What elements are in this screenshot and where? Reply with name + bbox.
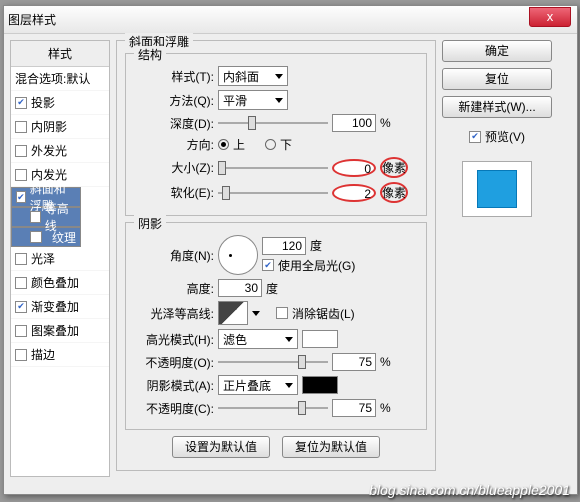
sidebar-item[interactable]: 颜色叠加 <box>11 271 109 295</box>
effect-checkbox[interactable] <box>15 325 27 337</box>
sidebar-item-label: 混合选项:默认 <box>15 70 90 87</box>
sidebar-item-label: 描边 <box>31 346 55 363</box>
close-button[interactable]: x <box>529 7 571 27</box>
antialias-checkbox[interactable] <box>276 307 288 319</box>
sidebar-item[interactable]: 混合选项:默认 <box>11 67 109 91</box>
style-select[interactable]: 内斜面 <box>218 66 288 86</box>
sidebar-item[interactable]: 投影 <box>11 91 109 115</box>
sidebar-item-label: 纹理 <box>52 229 76 246</box>
dir-down-radio[interactable] <box>265 139 276 150</box>
title-bar[interactable]: 图层样式 x <box>4 6 577 34</box>
sidebar-item-label: 图案叠加 <box>31 322 79 339</box>
angle-dial[interactable] <box>218 235 258 275</box>
sidebar-item-label: 投影 <box>31 94 55 111</box>
gloss-contour-picker[interactable] <box>218 301 248 325</box>
sidebar-item[interactable]: 光泽 <box>11 247 109 271</box>
chevron-down-icon <box>275 98 283 103</box>
structure-legend: 结构 <box>134 46 166 63</box>
chevron-down-icon <box>285 383 293 388</box>
chevron-down-icon <box>285 337 293 342</box>
make-default-button[interactable]: 设置为默认值 <box>172 436 270 458</box>
effect-checkbox[interactable] <box>15 169 27 181</box>
highlight-opacity-slider[interactable] <box>218 355 328 369</box>
new-style-button[interactable]: 新建样式(W)... <box>442 96 552 118</box>
shadow-opacity-slider[interactable] <box>218 401 328 415</box>
size-label: 大小(Z): <box>134 159 214 176</box>
sidebar-item-label: 内阴影 <box>31 118 67 135</box>
sidebar-item[interactable]: 渐变叠加 <box>11 295 109 319</box>
sidebar-item[interactable]: 描边 <box>11 343 109 367</box>
effect-checkbox[interactable] <box>15 349 27 361</box>
preview-checkbox[interactable] <box>469 131 481 143</box>
shadow-mode-label: 阴影模式(A): <box>134 377 214 394</box>
shadow-color-swatch[interactable] <box>302 376 338 394</box>
style-list: 样式 混合选项:默认投影内阴影外发光内发光斜面和浮雕等高线纹理光泽颜色叠加渐变叠… <box>10 40 110 477</box>
altitude-label: 高度: <box>134 280 214 297</box>
structure-group: 结构 样式(T):内斜面 方法(Q):平滑 深度(D):100% 方向:上下 大… <box>125 53 427 216</box>
dir-up-radio[interactable] <box>218 139 229 150</box>
shadow-opacity-label: 不透明度(C): <box>134 400 214 417</box>
effect-checkbox[interactable] <box>16 191 26 203</box>
chevron-down-icon <box>275 74 283 79</box>
style-list-header: 样式 <box>11 41 109 67</box>
altitude-input[interactable]: 30 <box>218 279 262 297</box>
bevel-panel: 斜面和浮雕 结构 样式(T):内斜面 方法(Q):平滑 深度(D):100% 方… <box>116 40 436 471</box>
sidebar-item-label: 外发光 <box>31 142 67 159</box>
technique-select[interactable]: 平滑 <box>218 90 288 110</box>
global-light-checkbox[interactable] <box>262 259 274 271</box>
effect-checkbox[interactable] <box>15 301 27 313</box>
effect-checkbox[interactable] <box>15 277 27 289</box>
angle-label: 角度(N): <box>134 247 214 264</box>
effect-checkbox[interactable] <box>15 253 27 265</box>
sidebar-item[interactable]: 内阴影 <box>11 115 109 139</box>
global-light-label: 使用全局光(G) <box>278 257 355 274</box>
reset-default-button[interactable]: 复位为默认值 <box>282 436 380 458</box>
shading-legend: 阴影 <box>134 215 166 232</box>
size-input[interactable]: 0 <box>332 159 376 177</box>
soften-slider[interactable] <box>218 186 328 200</box>
sidebar-item-label: 光泽 <box>31 250 55 267</box>
technique-label: 方法(Q): <box>134 92 214 109</box>
style-label: 样式(T): <box>134 68 214 85</box>
antialias-label: 消除锯齿(L) <box>292 305 355 322</box>
effect-checkbox[interactable] <box>30 231 42 243</box>
highlight-opacity-label: 不透明度(O): <box>134 354 214 371</box>
size-slider[interactable] <box>218 161 328 175</box>
depth-slider[interactable] <box>218 116 328 130</box>
sidebar-item[interactable]: 等高线 <box>11 207 81 227</box>
effect-checkbox[interactable] <box>15 97 27 109</box>
dialog-title: 图层样式 <box>8 11 56 28</box>
highlight-color-swatch[interactable] <box>302 330 338 348</box>
watermark: blog.sina.com.cn/blueapple2001 <box>369 482 570 498</box>
soften-input[interactable]: 2 <box>332 184 376 202</box>
sidebar-item-label: 渐变叠加 <box>31 298 79 315</box>
depth-label: 深度(D): <box>134 115 214 132</box>
shading-group: 阴影 角度(N): 120度 使用全局光(G) 高度:30度 光泽等高线:消除锯… <box>125 222 427 430</box>
effect-checkbox[interactable] <box>15 145 27 157</box>
preview-swatch <box>462 161 532 217</box>
sidebar-item[interactable]: 图案叠加 <box>11 319 109 343</box>
highlight-opacity-input[interactable]: 75 <box>332 353 376 371</box>
gloss-contour-label: 光泽等高线: <box>134 305 214 322</box>
direction-label: 方向: <box>134 136 214 153</box>
chevron-down-icon[interactable] <box>252 311 260 316</box>
shadow-opacity-input[interactable]: 75 <box>332 399 376 417</box>
effect-checkbox[interactable] <box>15 121 27 133</box>
sidebar-item-label: 颜色叠加 <box>31 274 79 291</box>
highlight-mode-label: 高光模式(H): <box>134 331 214 348</box>
depth-input[interactable]: 100 <box>332 114 376 132</box>
effect-checkbox[interactable] <box>30 211 41 223</box>
soften-label: 软化(E): <box>134 184 214 201</box>
highlight-mode-select[interactable]: 滤色 <box>218 329 298 349</box>
ok-button[interactable]: 确定 <box>442 40 552 62</box>
cancel-button[interactable]: 复位 <box>442 68 552 90</box>
angle-input[interactable]: 120 <box>262 237 306 255</box>
layer-style-dialog: 图层样式 x 样式 混合选项:默认投影内阴影外发光内发光斜面和浮雕等高线纹理光泽… <box>3 5 578 495</box>
shadow-mode-select[interactable]: 正片叠底 <box>218 375 298 395</box>
preview-label: 预览(V) <box>485 128 525 145</box>
sidebar-item[interactable]: 外发光 <box>11 139 109 163</box>
